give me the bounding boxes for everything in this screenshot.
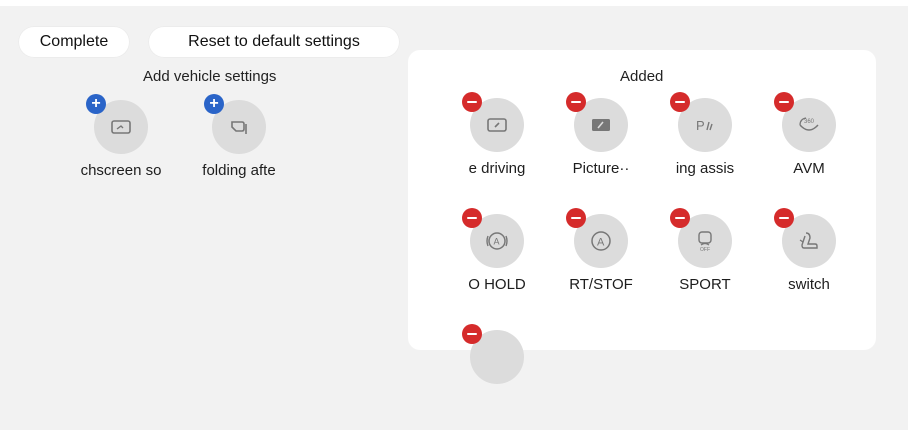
added-item-avm[interactable]: 360 AVM [756, 92, 866, 198]
remove-badge-icon[interactable] [670, 92, 690, 112]
item-label: AVM [793, 160, 825, 177]
remove-badge-icon[interactable] [566, 92, 586, 112]
added-item-seat-switch[interactable]: switch [756, 208, 866, 314]
add-badge-icon[interactable]: + [204, 94, 224, 114]
complete-button[interactable]: Complete [18, 26, 130, 58]
top-edge [0, 0, 908, 6]
add-badge-icon[interactable]: + [86, 94, 106, 114]
settings-screen: Complete Reset to default settings Add v… [0, 0, 908, 384]
available-item-touchscreen[interactable]: + chscreen so [68, 94, 178, 200]
added-item-screen-off-driving[interactable]: e driving [444, 92, 554, 198]
added-item-partial[interactable] [444, 324, 554, 430]
remove-badge-icon[interactable] [462, 324, 482, 344]
added-item-auto-hold[interactable]: A O HOLD [444, 208, 554, 314]
added-item-esp-sport[interactable]: OFF SPORT [652, 208, 762, 314]
item-label: chscreen so [80, 162, 162, 179]
item-label: folding afte [202, 162, 276, 179]
item-label: O HOLD [468, 276, 526, 293]
svg-text:A: A [494, 237, 500, 247]
available-item-mirror-folding[interactable]: + folding afte [186, 94, 296, 200]
remove-badge-icon[interactable] [670, 208, 690, 228]
remove-badge-icon[interactable] [774, 92, 794, 112]
svg-text:P: P [696, 118, 705, 133]
added-item-parking-assist[interactable]: P ing assis [652, 92, 762, 198]
added-item-picture[interactable]: Picture·· [548, 92, 658, 198]
added-item-auto-start-stop[interactable]: A RT/STOF [548, 208, 658, 314]
remove-badge-icon[interactable] [566, 208, 586, 228]
added-title: Added [620, 68, 664, 85]
remove-badge-icon[interactable] [462, 208, 482, 228]
item-label: RT/STOF [569, 276, 633, 293]
item-label: ing assis [675, 160, 735, 177]
item-label: switch [788, 276, 830, 293]
remove-badge-icon[interactable] [774, 208, 794, 228]
item-label: SPORT [679, 276, 731, 293]
item-label: Picture·· [572, 160, 630, 177]
add-vehicle-settings-title: Add vehicle settings [143, 68, 277, 85]
svg-text:360: 360 [804, 119, 815, 125]
svg-text:OFF: OFF [700, 247, 710, 253]
remove-badge-icon[interactable] [462, 92, 482, 112]
reset-default-button[interactable]: Reset to default settings [148, 26, 400, 58]
svg-text:A: A [597, 237, 605, 249]
item-label: e driving [468, 160, 526, 177]
